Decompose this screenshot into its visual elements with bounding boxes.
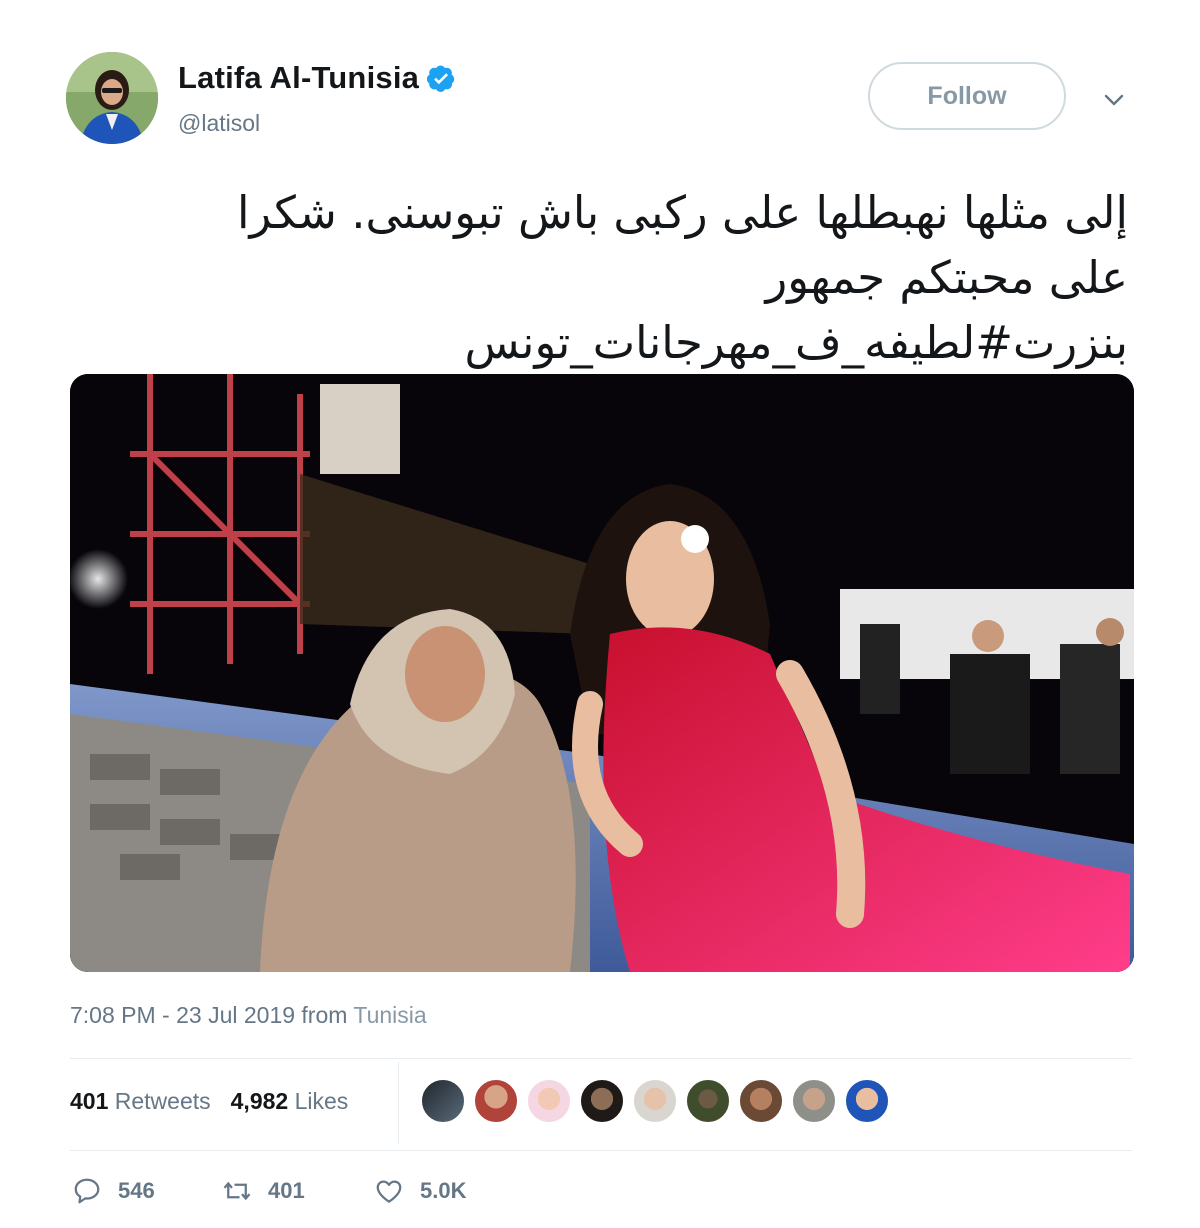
tweet-hashtag-line[interactable]: بنزرت#لطيفه_ف_مهرجانات_تونس — [70, 310, 1128, 375]
author-avatar[interactable] — [66, 52, 158, 144]
liker-avatar[interactable] — [685, 1078, 731, 1124]
retweet-action[interactable]: 401 — [222, 1176, 374, 1206]
liker-avatar[interactable] — [632, 1078, 678, 1124]
like-action[interactable]: 5.0K — [374, 1176, 466, 1206]
liker-avatars — [420, 1078, 890, 1124]
chevron-down-icon[interactable] — [1102, 88, 1126, 112]
tweet-timestamp[interactable]: 7:08 PM - 23 Jul 2019 from Tunisia — [70, 1002, 427, 1029]
liker-avatar[interactable] — [420, 1078, 466, 1124]
tweet-text-line: إلى مثلها نهبطلها على ركبى باش تبوسنى. ش… — [237, 186, 1128, 239]
tweet-stats: 401 Retweets 4,982 Likes — [70, 1088, 348, 1115]
retweets-label: Retweets — [114, 1088, 211, 1114]
retweet-count: 401 — [268, 1178, 305, 1203]
tweet-header: Latifa Al-Tunisia @latisol Follow — [66, 52, 1136, 148]
author-name-row: Latifa Al-Tunisia — [178, 60, 456, 96]
tweet-from-label: from — [301, 1002, 348, 1028]
likes-label: Likes — [294, 1088, 349, 1114]
concert-photo-image — [70, 374, 1134, 972]
reply-icon — [74, 1178, 100, 1204]
avatar-image — [66, 52, 158, 144]
tweet-location-link[interactable]: Tunisia — [353, 1002, 426, 1028]
tweet-text: إلى مثلها نهبطلها على ركبى باش تبوسنى. ش… — [70, 180, 1128, 375]
liker-avatar[interactable] — [791, 1078, 837, 1124]
follow-button[interactable]: Follow — [868, 62, 1066, 130]
like-count: 5.0K — [420, 1178, 467, 1203]
liker-avatar[interactable] — [844, 1078, 890, 1124]
tweet-actions: 546 401 5.0K — [72, 1176, 466, 1206]
liker-avatar[interactable] — [579, 1078, 625, 1124]
retweets-stat[interactable]: 401 Retweets — [70, 1088, 211, 1115]
reply-count: 546 — [118, 1178, 155, 1203]
liker-avatar[interactable] — [526, 1078, 572, 1124]
verified-badge-icon — [426, 64, 456, 93]
tweet-photo[interactable] — [70, 374, 1134, 972]
reply-action[interactable]: 546 — [72, 1176, 222, 1206]
author-display-name[interactable]: Latifa Al-Tunisia — [178, 60, 419, 96]
likes-stat[interactable]: 4,982 Likes — [231, 1088, 349, 1115]
retweet-icon — [223, 1181, 251, 1201]
retweets-count: 401 — [70, 1088, 109, 1114]
heart-icon — [376, 1180, 402, 1203]
liker-avatar[interactable] — [473, 1078, 519, 1124]
tweet-time: 7:08 PM - 23 Jul 2019 — [70, 1002, 296, 1028]
divider — [70, 1058, 1132, 1059]
author-handle[interactable]: @latisol — [178, 110, 260, 137]
divider — [70, 1150, 1132, 1151]
likes-count: 4,982 — [230, 1088, 289, 1114]
liker-avatar[interactable] — [738, 1078, 784, 1124]
tweet-text-line: على محبتكم جمهور — [765, 251, 1128, 304]
stats-divider — [398, 1062, 399, 1144]
